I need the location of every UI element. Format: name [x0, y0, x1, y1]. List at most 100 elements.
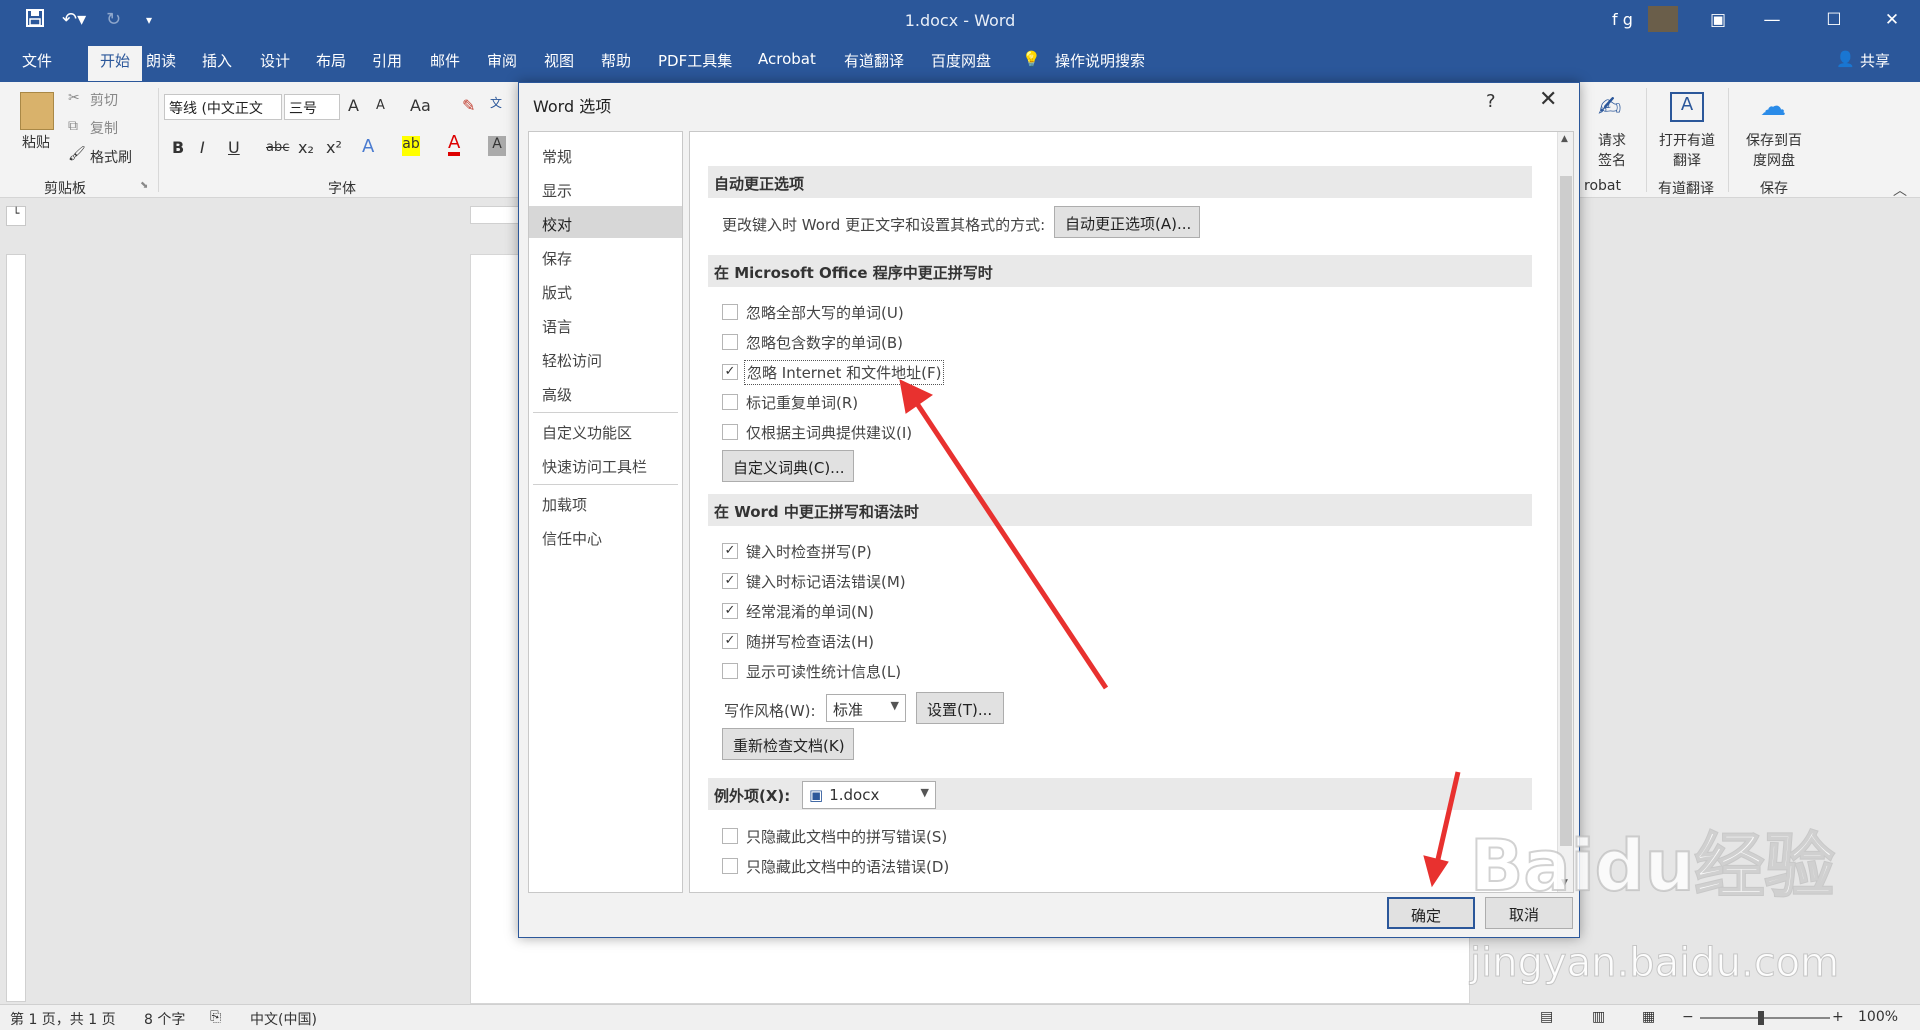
- nav-typography[interactable]: 版式: [529, 274, 682, 306]
- word-count[interactable]: 8 个字: [144, 1009, 185, 1029]
- nav-accessibility[interactable]: 轻松访问: [529, 342, 682, 374]
- ribbon-display-options-button[interactable]: ▣: [1703, 8, 1733, 32]
- font-size-box[interactable]: 三号: [284, 94, 340, 120]
- checkbox[interactable]: [722, 424, 738, 440]
- tab-view[interactable]: 视图: [544, 50, 574, 71]
- change-case-button[interactable]: Aa: [410, 96, 431, 115]
- format-painter-button[interactable]: 格式刷: [90, 147, 132, 167]
- lightbulb-icon[interactable]: 💡: [1022, 50, 1041, 68]
- tab-selector[interactable]: └: [6, 206, 26, 226]
- tab-youdao[interactable]: 有道翻译: [844, 50, 904, 71]
- content-scrollbar[interactable]: ▲ ▼: [1557, 132, 1573, 892]
- cut-icon[interactable]: ✂: [68, 90, 80, 106]
- subscript-button[interactable]: x₂: [298, 138, 314, 157]
- web-layout-icon[interactable]: ▦: [1642, 1009, 1655, 1025]
- tab-insert[interactable]: 插入: [202, 50, 232, 71]
- vertical-ruler[interactable]: [6, 254, 26, 1002]
- font-color-icon[interactable]: A: [448, 134, 461, 156]
- print-layout-icon[interactable]: ▥: [1592, 1009, 1605, 1025]
- checkbox-label[interactable]: 忽略包含数字的单词(B): [746, 332, 903, 353]
- checkbox[interactable]: [722, 394, 738, 410]
- nav-general[interactable]: 常规: [529, 138, 682, 170]
- zoom-in-button[interactable]: +: [1832, 1009, 1844, 1025]
- underline-button[interactable]: U: [228, 138, 240, 157]
- highlight-icon[interactable]: ab: [402, 136, 420, 156]
- checkbox-checked[interactable]: ✓: [722, 633, 738, 649]
- nav-add-ins[interactable]: 加载项: [529, 486, 682, 518]
- grow-font-button[interactable]: A: [348, 96, 359, 115]
- read-mode-icon[interactable]: ▤: [1540, 1009, 1553, 1025]
- checkbox-label[interactable]: 仅根据主词典提供建议(I): [746, 422, 912, 443]
- checkbox-checked[interactable]: ✓: [722, 603, 738, 619]
- request-signature-button[interactable]: 请求签名: [1594, 130, 1630, 170]
- cut-button[interactable]: 剪切: [90, 90, 118, 110]
- tab-references[interactable]: 引用: [372, 50, 402, 71]
- nav-quick-access-toolbar[interactable]: 快速访问工具栏: [529, 448, 682, 480]
- format-painter-icon[interactable]: 🖌: [68, 146, 86, 162]
- zoom-slider-thumb[interactable]: [1758, 1011, 1764, 1025]
- bold-button[interactable]: B: [172, 138, 184, 157]
- tab-acrobat[interactable]: Acrobat: [758, 50, 816, 68]
- checkbox-label[interactable]: 显示可读性统计信息(L): [746, 661, 901, 682]
- checkbox[interactable]: [722, 334, 738, 350]
- help-button[interactable]: ?: [1486, 91, 1496, 112]
- tab-layout[interactable]: 布局: [316, 50, 346, 71]
- copy-button[interactable]: 复制: [90, 118, 118, 138]
- checkbox-label[interactable]: 只隐藏此文档中的语法错误(D): [746, 856, 949, 877]
- checkbox[interactable]: [722, 304, 738, 320]
- tab-home[interactable]: 开始: [88, 46, 143, 81]
- checkbox-checked[interactable]: ✓: [722, 573, 738, 589]
- phonetic-guide-icon[interactable]: 文: [490, 94, 502, 111]
- proofing-icon[interactable]: ⎘: [210, 1009, 221, 1025]
- checkbox[interactable]: [722, 828, 738, 844]
- tab-help[interactable]: 帮助: [601, 50, 631, 71]
- zoom-level[interactable]: 100%: [1858, 1009, 1898, 1025]
- paste-button[interactable]: 粘贴: [22, 132, 50, 152]
- tab-pdf-tools[interactable]: PDF工具集: [658, 50, 732, 71]
- copy-icon[interactable]: ⧉: [68, 118, 78, 134]
- tab-review[interactable]: 审阅: [487, 50, 517, 71]
- superscript-button[interactable]: x²: [326, 138, 342, 157]
- nav-advanced[interactable]: 高级: [529, 376, 682, 408]
- restore-button[interactable]: ☐: [1819, 8, 1849, 32]
- minimize-button[interactable]: —: [1757, 8, 1787, 32]
- strikethrough-button[interactable]: abc: [266, 140, 289, 155]
- clear-formatting-icon[interactable]: ✎: [462, 96, 475, 115]
- zoom-slider[interactable]: [1700, 1017, 1830, 1019]
- font-name-box[interactable]: 等线 (中文正文: [164, 94, 282, 120]
- checkbox[interactable]: [722, 663, 738, 679]
- open-youdao-button[interactable]: 打开有道翻译: [1656, 130, 1718, 170]
- custom-dictionaries-button[interactable]: 自定义词典(C)...: [722, 450, 854, 482]
- page-count[interactable]: 第 1 页，共 1 页: [10, 1009, 116, 1029]
- nav-display[interactable]: 显示: [529, 172, 682, 204]
- nav-customize-ribbon[interactable]: 自定义功能区: [529, 414, 682, 446]
- collapse-ribbon-icon[interactable]: ︿: [1893, 180, 1907, 200]
- autocorrect-options-button[interactable]: 自动更正选项(A)...: [1054, 206, 1200, 238]
- tab-file[interactable]: 文件: [22, 50, 52, 71]
- checkbox-label[interactable]: 经常混淆的单词(N): [746, 601, 874, 622]
- checkbox-checked[interactable]: ✓: [722, 543, 738, 559]
- save-to-baidu-button[interactable]: 保存到百度网盘: [1742, 130, 1806, 170]
- exceptions-select[interactable]: ▣ 1.docx ▼: [802, 781, 936, 809]
- checkbox-label[interactable]: 标记重复单词(R): [746, 392, 858, 413]
- checkbox-checked[interactable]: ✓: [722, 364, 738, 380]
- ok-button[interactable]: 确定: [1387, 897, 1475, 929]
- paste-icon[interactable]: [20, 92, 54, 130]
- close-button[interactable]: ✕: [1877, 8, 1907, 32]
- checkbox-label[interactable]: 忽略全部大写的单词(U): [746, 302, 904, 323]
- checkbox-label[interactable]: 键入时检查拼写(P): [746, 541, 872, 562]
- scroll-up-icon[interactable]: ▲: [1561, 134, 1568, 144]
- checkbox-label[interactable]: 忽略 Internet 和文件地址(F): [744, 360, 945, 385]
- char-shading-icon[interactable]: A: [488, 136, 506, 156]
- nav-proofing[interactable]: 校对: [529, 206, 682, 238]
- italic-button[interactable]: I: [200, 138, 205, 157]
- nav-language[interactable]: 语言: [529, 308, 682, 340]
- nav-trust-center[interactable]: 信任中心: [529, 520, 682, 552]
- checkbox-label[interactable]: 键入时标记语法错误(M): [746, 571, 906, 592]
- checkbox-label[interactable]: 随拼写检查语法(H): [746, 631, 874, 652]
- writing-style-select[interactable]: 标准 ▼: [826, 694, 906, 722]
- zoom-out-button[interactable]: −: [1682, 1009, 1694, 1025]
- shrink-font-button[interactable]: A: [376, 98, 385, 113]
- tab-read-aloud[interactable]: 朗读: [146, 50, 176, 71]
- scrollbar-thumb[interactable]: [1560, 176, 1572, 846]
